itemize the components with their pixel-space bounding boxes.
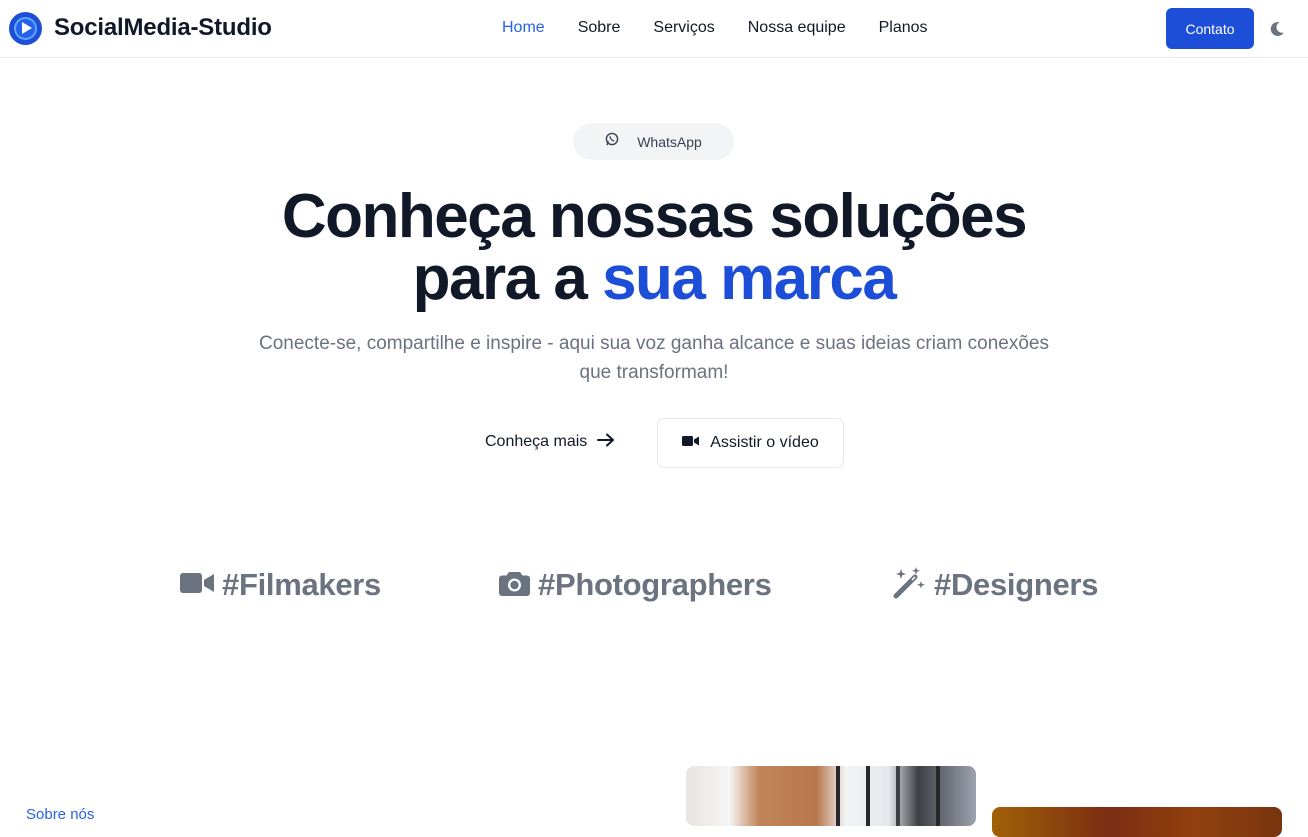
tag-photographers: #Photographers — [499, 566, 772, 604]
team-photo — [992, 807, 1282, 837]
hero-title-line1: Conheça nossas soluções — [281, 182, 1028, 251]
studio-photo — [686, 766, 976, 826]
whatsapp-icon — [605, 132, 619, 151]
nav-link-planos[interactable]: Planos — [879, 19, 928, 37]
section-label-sobre: Sobre nós — [26, 806, 95, 823]
watch-video-button[interactable]: Assistir o vídeo — [657, 418, 844, 468]
watch-video-label: Assistir o vídeo — [710, 434, 819, 451]
camera-icon — [499, 570, 530, 601]
main-nav: Home Sobre Serviços Nossa equipe Planos — [502, 19, 928, 37]
nav-link-sobre[interactable]: Sobre — [578, 19, 621, 37]
tag-filmakers-label: #Filmakers — [222, 567, 381, 602]
tag-designers-label: #Designers — [934, 567, 1099, 602]
brand-name: SocialMedia-Studio — [54, 14, 272, 41]
conheca-mais-link[interactable]: Conheça mais — [485, 431, 615, 453]
moon-icon[interactable] — [1268, 20, 1286, 38]
play-circle-logo-icon — [9, 11, 42, 45]
video-camera-icon — [180, 572, 214, 599]
hero-subtitle: Conecte-se, compartilhe e inspire - aqui… — [259, 333, 1049, 383]
tag-designers: #Designers — [893, 566, 1098, 604]
conheca-mais-label: Conheça mais — [485, 433, 588, 450]
navbar: SocialMedia-Studio Home Sobre Serviços N… — [0, 0, 1308, 58]
hero-title-accent: sua marca — [602, 244, 897, 313]
whatsapp-label: WhatsApp — [637, 133, 702, 150]
nav-link-servicos[interactable]: Serviços — [653, 19, 714, 37]
tag-filmakers: #Filmakers — [180, 566, 381, 604]
contact-button[interactable]: Contato — [1166, 8, 1254, 49]
nav-link-home[interactable]: Home — [502, 19, 545, 37]
hero-title-line2-prefix: para a — [412, 244, 603, 313]
whatsapp-pill[interactable]: WhatsApp — [573, 123, 734, 160]
nav-link-nossa-equipe[interactable]: Nossa equipe — [748, 19, 846, 37]
hero-title: Conheça nossas soluções para a sua marca — [0, 186, 1308, 310]
video-camera-icon — [682, 434, 700, 452]
magic-wand-icon — [893, 566, 926, 604]
brand[interactable]: SocialMedia-Studio — [9, 11, 272, 45]
tag-photographers-label: #Photographers — [538, 567, 772, 602]
arrow-right-icon — [597, 433, 615, 452]
